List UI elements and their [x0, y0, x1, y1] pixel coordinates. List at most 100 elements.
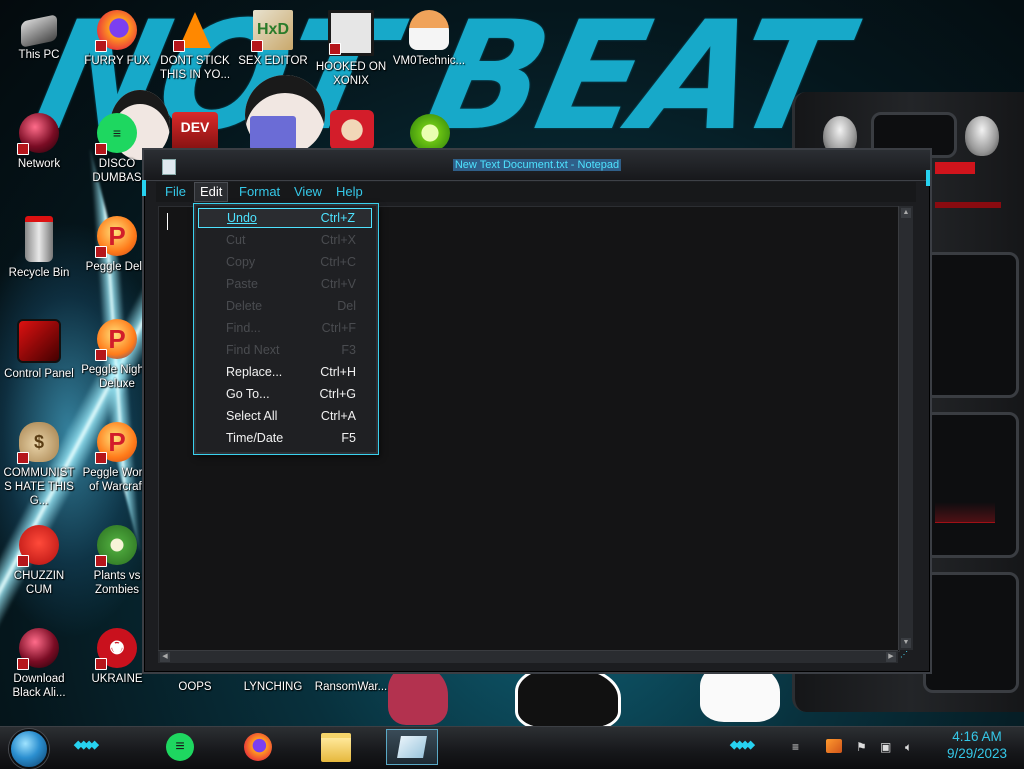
desktop-icon-label: OOPS	[178, 681, 212, 693]
menu-help[interactable]: Help	[331, 182, 368, 202]
start-orb-button[interactable]	[9, 729, 49, 769]
clock-time: 4:16 AM	[952, 729, 1002, 744]
menu-item-delete[interactable]: Delete Del	[198, 296, 372, 316]
alien-orb-icon	[17, 628, 59, 670]
show-hidden-icon[interactable]: ≡	[792, 740, 799, 754]
desktop-icon-label: Control Panel	[4, 368, 74, 380]
menu-item-shortcut: Ctrl+X	[320, 233, 356, 247]
updater-icon[interactable]	[826, 739, 842, 753]
menu-item-replace[interactable]: Replace... Ctrl+H	[198, 362, 372, 382]
firefox-icon	[95, 10, 137, 52]
gadget-red-bar	[935, 202, 1001, 208]
menu-item-shortcut: Ctrl+H	[320, 365, 356, 379]
notepad-icon	[397, 736, 427, 758]
flag-icon[interactable]: ⚑	[856, 740, 867, 754]
menu-item-shortcut: Ctrl+Z	[320, 211, 355, 225]
taskbar-clock[interactable]: 4:16 AM 9/29/2023	[934, 728, 1020, 762]
window-border-accent	[926, 170, 930, 186]
menu-item-label: Select All	[226, 409, 278, 423]
gadget-red-bar	[935, 162, 975, 174]
menu-item-shortcut: Del	[337, 299, 356, 313]
resize-grip-icon[interactable]: ⋰	[900, 650, 912, 662]
clock-date: 9/29/2023	[946, 746, 1008, 761]
desktop-icon-vm0technic[interactable]: VM0Technic...	[390, 10, 468, 68]
wallpaper-shoe	[388, 665, 448, 725]
desktop-icon-sex-editor[interactable]: HxD SEX EDITOR	[234, 10, 312, 68]
horizontal-scrollbar[interactable]: ◀ ▶	[158, 650, 898, 663]
vertical-scrollbar[interactable]: ▲ ▼	[898, 206, 913, 650]
desktop-icon-network[interactable]: Network	[0, 113, 78, 171]
menu-item-find[interactable]: Find... Ctrl+F	[198, 318, 372, 338]
desktop-icon-label: SEX EDITOR	[238, 55, 308, 67]
menu-item-paste[interactable]: Paste Ctrl+V	[198, 274, 372, 294]
desktop-icon-label: Download Black Ali...	[12, 673, 66, 699]
volume-icon[interactable]: 🔈︎	[905, 740, 912, 755]
menu-item-copy[interactable]: Copy Ctrl+C	[198, 252, 372, 272]
hxd-icon: HxD	[251, 10, 293, 52]
doctor-icon	[409, 10, 449, 50]
desktop-icon-lynching[interactable]: LYNCHING	[234, 676, 312, 694]
desktop-icon-hooked-on-xonix[interactable]: HOOKED ON XONIX	[312, 10, 390, 88]
taskbar-firefox-button[interactable]	[236, 729, 280, 765]
desktop-icon-control-panel[interactable]: Control Panel	[0, 319, 78, 381]
menu-edit[interactable]: Edit	[194, 182, 229, 202]
menu-item-label: Time/Date	[226, 431, 284, 445]
santa-icon[interactable]	[330, 110, 374, 150]
menu-item-go-to[interactable]: Go To... Ctrl+G	[198, 384, 372, 404]
menu-item-cut[interactable]: Cut Ctrl+X	[198, 230, 372, 250]
desktop-icon-label: COMMUNISTS HATE THIS G...	[3, 467, 75, 507]
recycle-bin-icon	[25, 216, 53, 262]
scroll-down-arrow-icon[interactable]: ▼	[901, 638, 911, 648]
taskbar-file-explorer-button[interactable]	[314, 729, 358, 765]
desktop-icon-download-black-ali[interactable]: Download Black Ali...	[0, 628, 78, 700]
control-panel-icon	[17, 319, 61, 363]
gadget-cpu-frame	[923, 252, 1019, 398]
desktop-icon-dont-stick[interactable]: DONT STICK THIS IN YO...	[156, 10, 234, 82]
plants-icon	[95, 525, 137, 567]
desktop-icon-this-pc[interactable]: This PC	[0, 10, 78, 62]
dev-cpp-icon[interactable]: DEV	[172, 112, 218, 152]
menu-format[interactable]: Format	[234, 182, 285, 202]
desktop-icon-label: VM0Technic...	[392, 55, 466, 67]
menu-file[interactable]: File	[160, 182, 191, 202]
desktop-icon-communists[interactable]: $ COMMUNISTS HATE THIS G...	[0, 422, 78, 508]
desktop-icon-chuzzin[interactable]: CHUZZIN CUM	[0, 525, 78, 597]
desktop-icon-label: RansomWar...	[314, 681, 388, 693]
desktop-icon-oops[interactable]: OOPS	[156, 676, 234, 694]
scroll-up-arrow-icon[interactable]: ▲	[901, 208, 911, 218]
window-title: New Text Document.txt - Notepad	[144, 159, 930, 171]
menu-item-label: Delete	[226, 299, 263, 313]
scroll-right-arrow-icon[interactable]: ▶	[886, 652, 896, 662]
lime-icon[interactable]	[410, 114, 450, 152]
taskbar-chat-button[interactable]: ≡	[158, 729, 202, 765]
menu-item-label: Paste	[226, 277, 258, 291]
menu-item-time-date[interactable]: Time/Date F5	[198, 428, 372, 448]
computer-icon	[21, 14, 57, 48]
gadget-disk-frame	[923, 572, 1019, 693]
window-border-accent	[142, 180, 146, 196]
desktop-icon-label: DONT STICK THIS IN YO...	[159, 55, 231, 81]
chat-icon: ≡	[95, 113, 137, 155]
desktop-icon-recycle-bin[interactable]: Recycle Bin	[0, 216, 78, 280]
radiation-icon: ☢	[95, 628, 137, 670]
taskbar-notepad-button[interactable]	[386, 729, 438, 765]
menu-item-find-next[interactable]: Find Next F3	[198, 340, 372, 360]
menu-item-label: Replace...	[226, 365, 283, 379]
scroll-left-arrow-icon[interactable]: ◀	[160, 652, 170, 662]
desktop-icon-furry-fux[interactable]: FURRY FUX	[78, 10, 156, 68]
peggle-icon: P	[95, 216, 137, 258]
vlc-cone-icon	[173, 10, 215, 52]
network-icon[interactable]: ▣	[880, 740, 891, 754]
peggle-icon: P	[95, 319, 137, 361]
title-bar[interactable]: New Text Document.txt - Notepad	[144, 150, 930, 181]
menu-view[interactable]: View	[289, 182, 327, 202]
desktop-icon-ransomware[interactable]: RansomWar...	[312, 676, 390, 694]
menu-item-undo[interactable]: Undo Ctrl+Z	[198, 208, 372, 228]
money-bag-icon: $	[17, 422, 59, 464]
chuzzle-icon	[17, 525, 59, 567]
taskbar-decor-chevrons: ◆◆◆◆	[730, 739, 755, 751]
id-card-icon[interactable]	[250, 116, 296, 150]
edit-menu-dropdown: Undo Ctrl+Z Cut Ctrl+X Copy Ctrl+C Paste…	[194, 204, 378, 454]
menu-item-label: Find Next	[226, 343, 280, 357]
menu-item-select-all[interactable]: Select All Ctrl+A	[198, 406, 372, 426]
